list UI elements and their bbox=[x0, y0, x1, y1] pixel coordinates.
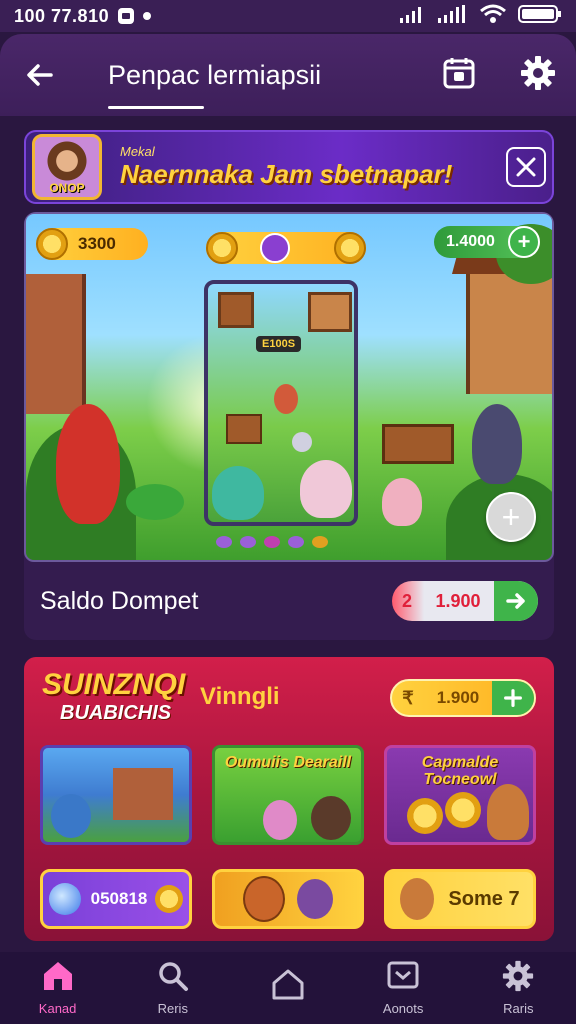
gear-icon bbox=[502, 960, 534, 997]
character-icon bbox=[274, 384, 298, 414]
game-tile[interactable]: Capmalde Tocneowl bbox=[384, 745, 536, 845]
inbox-icon bbox=[386, 960, 420, 997]
nav-label-settings: Raris bbox=[503, 1001, 534, 1016]
game-card: 3300 1.4000 + E100S + Saldo Dompet 2 1.9… bbox=[24, 212, 554, 640]
phone-preview: E100S bbox=[204, 280, 358, 526]
green-creature bbox=[126, 484, 184, 520]
house-icon bbox=[113, 768, 173, 820]
nav-label-inbox: Aonots bbox=[382, 1001, 424, 1016]
center-coin-bar bbox=[206, 232, 366, 264]
signal-icon bbox=[400, 5, 426, 28]
dot-icon bbox=[143, 12, 152, 20]
avatar-caption: ONOP bbox=[49, 181, 85, 195]
carousel-dots bbox=[216, 536, 328, 548]
nav-item-search[interactable]: Reris bbox=[128, 960, 218, 1016]
coin-counter-left-value: 3300 bbox=[78, 234, 116, 253]
app-bar: Penpac lermiapsii bbox=[0, 34, 576, 116]
cat-character bbox=[300, 460, 352, 518]
nav-label-search: Reris bbox=[157, 1001, 188, 1016]
phone-tag: E100S bbox=[256, 336, 302, 352]
calendar-icon[interactable] bbox=[442, 56, 476, 95]
coin-icon bbox=[445, 792, 481, 828]
game-tile[interactable]: Oumuiis Dearaill bbox=[212, 745, 364, 845]
home-outline-icon bbox=[271, 968, 305, 1005]
character-icon bbox=[487, 784, 529, 840]
banner-subtitle: Mekal bbox=[120, 144, 155, 159]
treasure-cart bbox=[382, 424, 454, 464]
search-icon bbox=[157, 960, 189, 997]
character-icon bbox=[400, 878, 435, 920]
notification-icon bbox=[117, 7, 135, 25]
coin-icon bbox=[292, 432, 312, 452]
gear-icon[interactable] bbox=[520, 55, 556, 96]
add-button[interactable]: + bbox=[486, 492, 536, 542]
add-coins-icon[interactable]: + bbox=[508, 226, 540, 258]
coin-counter-right: 1.4000 + bbox=[434, 226, 540, 258]
announcement-banner[interactable]: ONOP Mekal Naernnaka Jam sbetnapar! bbox=[24, 130, 554, 204]
monkey-character bbox=[243, 876, 285, 922]
promo-logo-line2: BUABICHIS bbox=[60, 702, 172, 724]
wallet-row: Saldo Dompet 2 1.900 bbox=[24, 562, 554, 640]
status-time: 100 77.810 bbox=[14, 5, 110, 26]
bonus-tile[interactable]: 050818 bbox=[40, 869, 192, 929]
nav-item-center[interactable] bbox=[243, 968, 333, 1009]
banner-headline: Naernnaka Jam sbetnapar! bbox=[120, 159, 453, 189]
nav-item-settings[interactable]: Raris bbox=[473, 960, 563, 1016]
battery-icon bbox=[518, 4, 562, 29]
fox-character bbox=[56, 404, 120, 524]
promo-logo-line1: SUINZNQI bbox=[42, 668, 186, 701]
bonus-tile-label: Some 7 bbox=[448, 887, 520, 910]
game-scene-image[interactable]: 3300 1.4000 + E100S + bbox=[24, 212, 554, 562]
character-icon bbox=[51, 794, 91, 838]
currency-symbol: ₹ bbox=[402, 687, 414, 708]
signal-icon bbox=[438, 4, 468, 28]
wallet-balance-pill: 2 1.900 bbox=[392, 581, 538, 621]
game-tile-caption: Oumuiis Dearaill bbox=[224, 754, 352, 771]
back-arrow-icon[interactable] bbox=[20, 55, 60, 95]
avatar: ONOP bbox=[32, 134, 102, 200]
character-icon bbox=[297, 879, 333, 919]
nav-item-home[interactable]: Kanad bbox=[13, 960, 103, 1016]
promo-amount: 1.900 bbox=[436, 688, 480, 707]
bonus-tile-label: 050818 bbox=[90, 889, 148, 908]
piglet-character bbox=[382, 478, 422, 526]
coin-counter-left: 3300 bbox=[36, 228, 148, 260]
close-icon[interactable] bbox=[506, 147, 546, 187]
coin-icon bbox=[407, 798, 443, 834]
coin-icon bbox=[334, 232, 366, 264]
coin-icon bbox=[206, 232, 238, 264]
raccoon-character bbox=[472, 404, 522, 484]
promo-title: Vinngli bbox=[200, 683, 280, 710]
bonus-tile[interactable] bbox=[212, 869, 364, 929]
promo-logo: SUINZNQI BUABICHIS bbox=[42, 668, 186, 727]
character-icon bbox=[311, 796, 351, 840]
coin-counter-right-value: 1.4000 bbox=[446, 233, 495, 250]
coin-icon bbox=[36, 228, 68, 260]
wallet-label: Saldo Dompet bbox=[40, 586, 199, 615]
currency-symbol: 2 bbox=[401, 590, 412, 611]
treasure-chest-icon bbox=[218, 292, 254, 328]
nav-label-home: Kanad bbox=[38, 1001, 77, 1016]
page-title: Penpac lermiapsii bbox=[108, 59, 322, 109]
promo-section: SUINZNQI BUABICHIS Vinngli ₹ 1.900 Oumui… bbox=[24, 657, 554, 941]
wallet-amount: 1.900 bbox=[435, 590, 481, 611]
game-tile[interactable] bbox=[40, 745, 192, 845]
arrow-right-icon[interactable] bbox=[492, 681, 534, 715]
status-bar: 100 77.810 bbox=[0, 0, 576, 32]
nav-item-inbox[interactable]: Aonots bbox=[358, 960, 448, 1016]
promo-balance-pill: ₹ 1.900 bbox=[390, 679, 536, 717]
character-icon bbox=[263, 800, 297, 840]
game-tile-caption: Capmalde Tocneowl bbox=[421, 754, 499, 788]
monster-character bbox=[212, 466, 264, 520]
coin-icon bbox=[155, 885, 184, 913]
chest-icon bbox=[226, 414, 262, 444]
arrow-right-icon[interactable] bbox=[494, 581, 538, 621]
wifi-icon bbox=[480, 4, 506, 29]
bonus-tile[interactable]: Some 7 bbox=[384, 869, 536, 929]
gem-icon bbox=[48, 883, 81, 915]
home-icon bbox=[41, 960, 75, 997]
house-icon bbox=[308, 292, 352, 332]
bottom-navigation: Kanad Reris Aonots Raris bbox=[0, 952, 576, 1024]
character-avatar bbox=[260, 233, 290, 263]
